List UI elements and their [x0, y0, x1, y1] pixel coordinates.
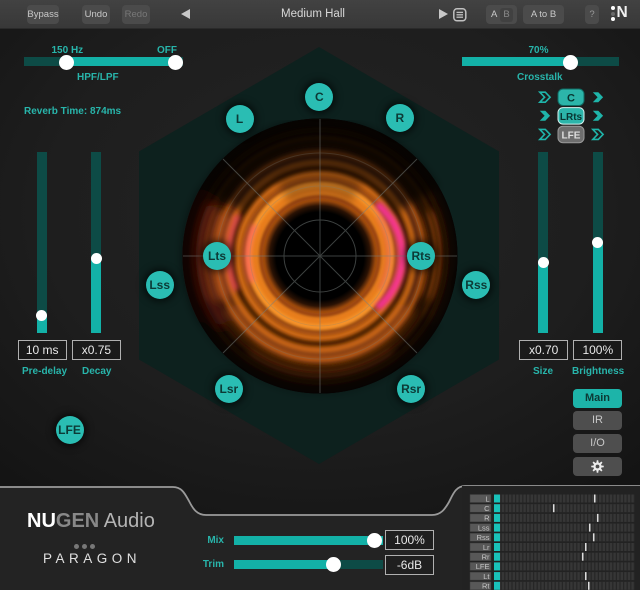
svg-text:LRts: LRts — [560, 112, 583, 123]
svg-text:Lss: Lss — [478, 523, 490, 532]
svg-text:Lr: Lr — [483, 543, 490, 552]
svg-text:Lt: Lt — [483, 572, 490, 581]
svg-text:Rr: Rr — [482, 553, 490, 562]
svg-text:LFE: LFE — [562, 130, 581, 141]
svg-text:R: R — [484, 514, 490, 523]
svg-text:L: L — [485, 494, 489, 503]
svg-text:C: C — [484, 504, 490, 513]
svg-text:LFE: LFE — [476, 562, 490, 571]
svg-text:C: C — [567, 92, 575, 104]
svg-text:Rt: Rt — [482, 582, 490, 590]
svg-text:Rss: Rss — [477, 533, 490, 542]
